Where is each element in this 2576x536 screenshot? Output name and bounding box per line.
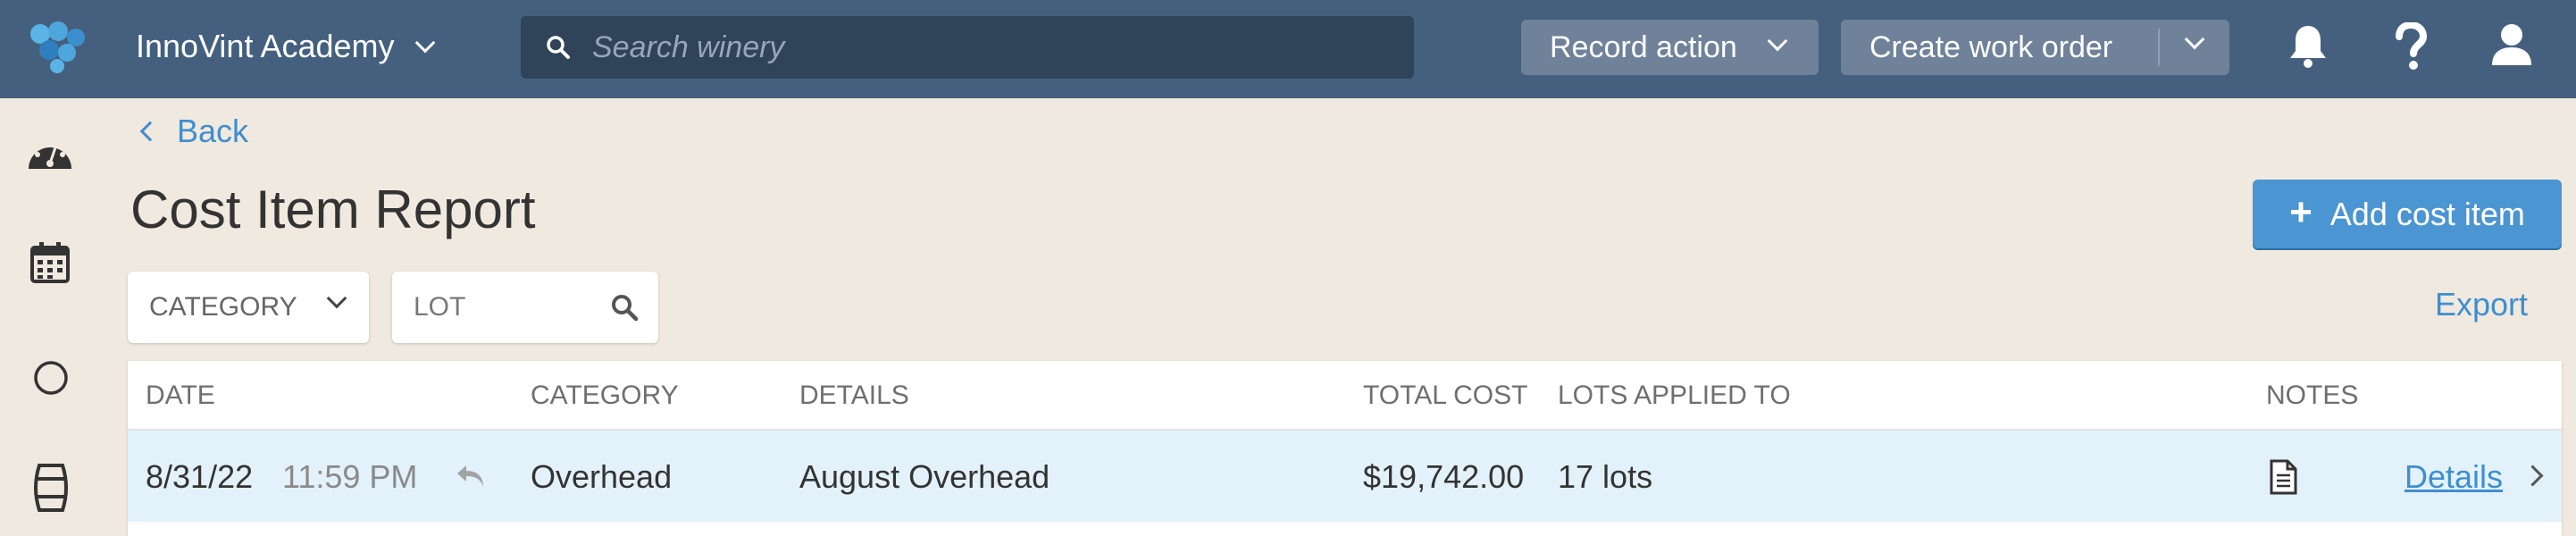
row-details-link[interactable]: Details <box>2405 458 2503 496</box>
plus-icon: + <box>2289 189 2313 234</box>
row-category: Overhead <box>531 458 673 495</box>
search-icon[interactable] <box>610 293 639 322</box>
grape-cluster-logo[interactable] <box>27 20 89 73</box>
calendar-icon[interactable] <box>29 241 71 284</box>
column-header-lots-applied-to[interactable]: LOTS APPLIED TO <box>1558 381 1791 411</box>
bell-icon[interactable] <box>2287 22 2329 69</box>
undo-arrow-icon[interactable] <box>456 463 486 490</box>
back-label: Back <box>177 113 249 149</box>
document-icon[interactable] <box>2268 459 2298 495</box>
row-total-cost: $19,742.00 <box>1363 458 1525 495</box>
table-row[interactable]: 8/31/22 11:59 PM Overhead August Overhea… <box>128 431 2562 522</box>
create-work-order-button[interactable]: Create work order <box>1841 20 2229 75</box>
chevron-right-icon[interactable] <box>2522 465 2544 487</box>
search-bar[interactable] <box>521 16 1414 79</box>
create-work-order-label: Create work order <box>1869 29 2113 64</box>
organization-name: InnoVint Academy <box>136 28 395 64</box>
circle-icon[interactable] <box>33 360 69 396</box>
column-header-total-cost[interactable]: TOTAL COST <box>1363 381 1527 411</box>
row-date: 8/31/22 <box>146 458 254 495</box>
chevron-down-icon <box>326 288 347 309</box>
add-cost-item-label: Add cost item <box>2329 195 2525 232</box>
top-navigation-bar: InnoVint Academy Record action Create wo… <box>0 0 2576 98</box>
lot-filter[interactable] <box>392 272 658 343</box>
row-details: August Overhead <box>799 458 1050 495</box>
column-header-date[interactable]: DATE <box>146 381 215 411</box>
category-filter-label: CATEGORY <box>149 292 297 322</box>
chevron-down-icon <box>1767 30 1788 52</box>
lot-filter-input[interactable] <box>412 291 594 323</box>
category-filter-dropdown[interactable]: CATEGORY <box>128 272 369 343</box>
column-header-category[interactable]: CATEGORY <box>531 381 679 411</box>
chevron-down-icon <box>2184 29 2205 50</box>
column-header-notes[interactable]: NOTES <box>2266 381 2358 411</box>
cost-items-table: DATE CATEGORY DETAILS TOTAL COST LOTS AP… <box>128 361 2562 536</box>
table-header: DATE CATEGORY DETAILS TOTAL COST LOTS AP… <box>128 361 2562 431</box>
user-icon[interactable] <box>2491 22 2532 67</box>
row-lots-applied: 17 lots <box>1558 458 1653 495</box>
page-title: Cost Item Report <box>130 180 536 239</box>
dashboard-gauge-icon[interactable] <box>25 128 75 174</box>
question-icon[interactable] <box>2394 22 2428 71</box>
export-link[interactable]: Export <box>2435 286 2528 323</box>
record-action-button[interactable]: Record action <box>1521 20 1819 75</box>
record-action-label: Record action <box>1550 29 1737 64</box>
chevron-down-icon <box>414 32 435 54</box>
barrel-icon[interactable] <box>32 463 70 513</box>
search-icon <box>547 36 570 59</box>
search-input[interactable] <box>590 29 1380 66</box>
row-time: 11:59 PM <box>282 458 418 495</box>
create-work-order-dropdown-toggle[interactable] <box>2160 20 2229 75</box>
organization-switcher[interactable]: InnoVint Academy <box>136 23 435 70</box>
column-header-details[interactable]: DETAILS <box>799 381 909 411</box>
chevron-left-icon <box>139 121 161 142</box>
add-cost-item-button[interactable]: + Add cost item <box>2253 180 2562 248</box>
back-link[interactable]: Back <box>139 113 249 150</box>
